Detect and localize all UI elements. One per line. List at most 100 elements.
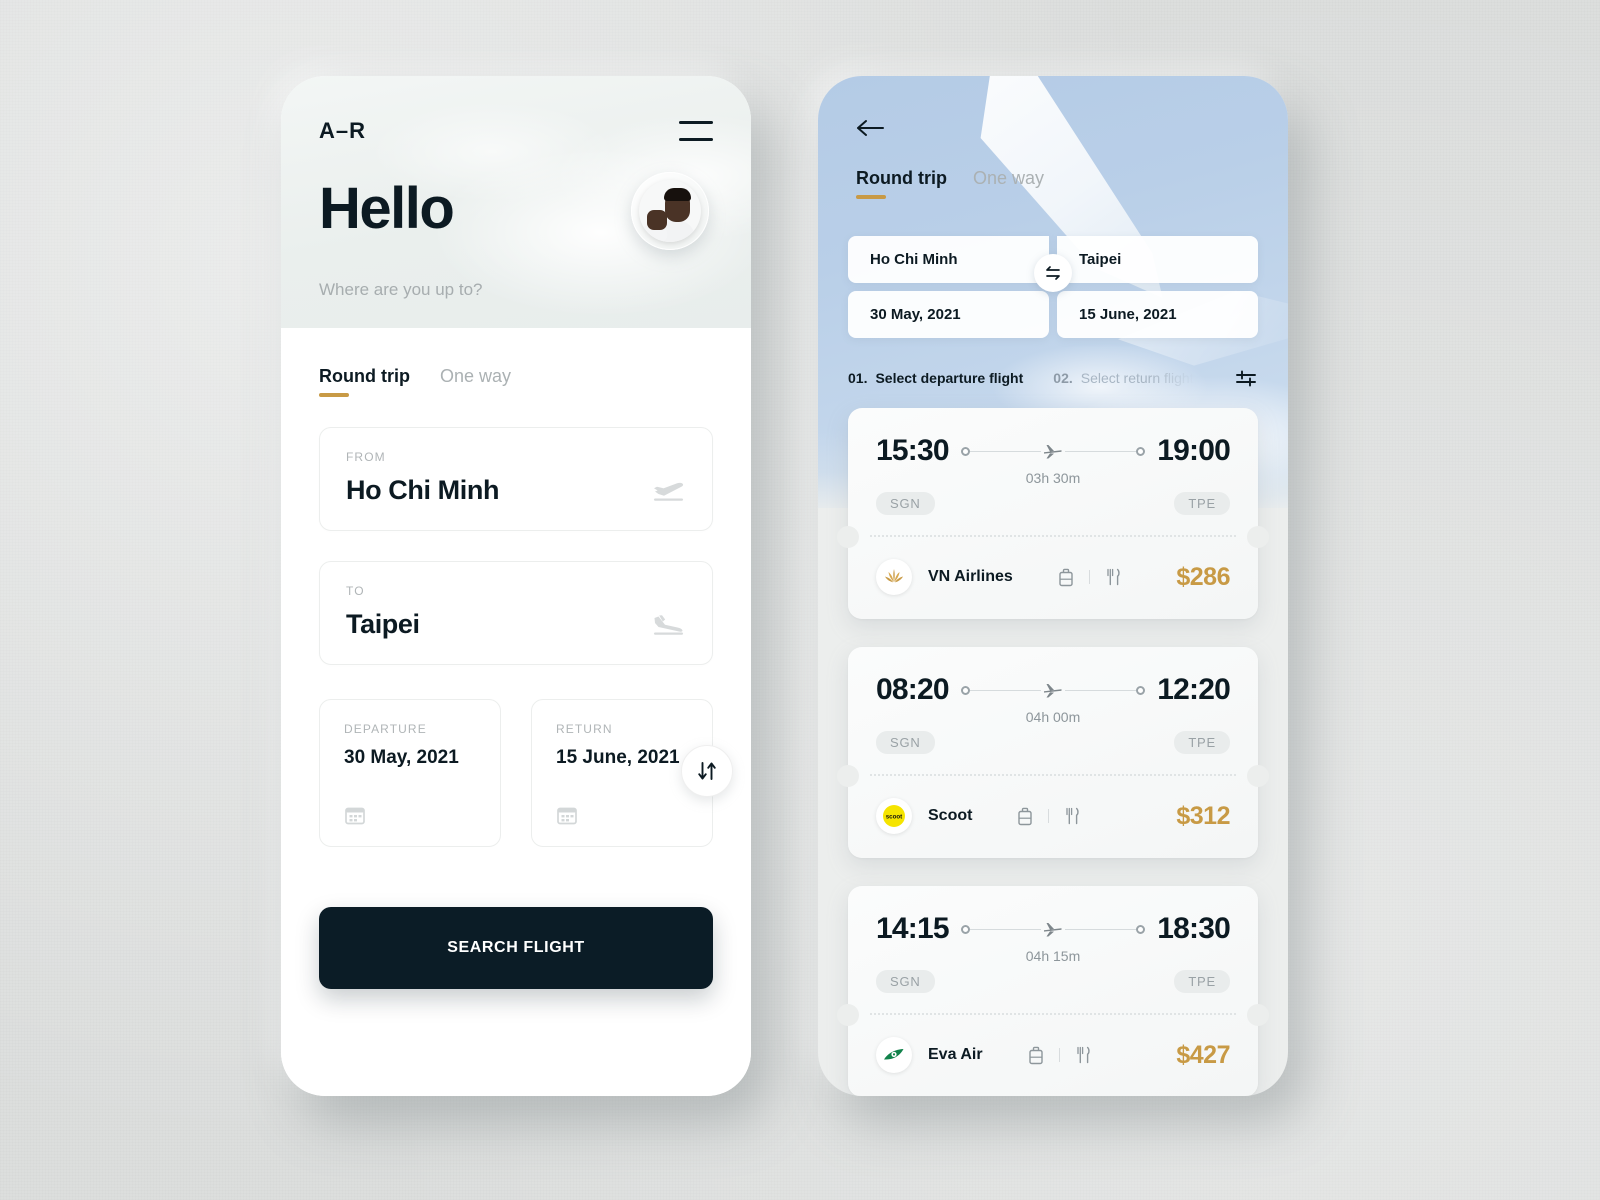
depart-time: 14:15	[876, 912, 950, 945]
search-input[interactable]: Where are you up to?	[281, 250, 751, 300]
flight-path	[960, 921, 1146, 937]
airline-name: Scoot	[928, 807, 973, 824]
tab-one-way[interactable]: One way	[973, 168, 1044, 199]
table-row[interactable]: 14:15 18:30 04h 15m SGN TPE Eva Air $427	[837, 886, 1269, 1096]
flight-duration: 03h 30m	[1025, 470, 1081, 486]
from-field[interactable]: FROM Ho Chi Minh	[319, 427, 713, 531]
swap-horizontal-icon[interactable]	[1034, 254, 1072, 292]
flight-times: 15:30 19:00	[876, 434, 1231, 468]
flight-price: $312	[1176, 801, 1230, 830]
return-date-field[interactable]: 15 June, 2021	[1057, 291, 1258, 338]
flight-duration: 04h 00m	[1025, 709, 1081, 725]
canvas-background	[0, 0, 1600, 1200]
from-field-value: Ho Chi Minh	[346, 475, 500, 505]
origin-code: SGN	[876, 731, 935, 754]
departure-date-field[interactable]: DEPARTURE 30 May, 2021	[319, 699, 501, 847]
destination-code: TPE	[1174, 970, 1230, 993]
eva-air-icon	[876, 1037, 912, 1073]
baggage-icon	[1027, 1045, 1045, 1065]
flight-path	[960, 682, 1146, 698]
date-fields: DEPARTURE 30 May, 2021 RETURN 15 June, 2…	[319, 699, 713, 847]
top-bar: A–R	[281, 76, 751, 144]
amenities	[1027, 1045, 1092, 1065]
destination-field[interactable]: Taipei	[1057, 236, 1258, 283]
search-flight-button[interactable]: SEARCH FLIGHT	[319, 907, 713, 989]
scoot-icon: scoot	[876, 798, 912, 834]
return-date-label: RETURN	[556, 722, 613, 736]
flight-times: 08:20 12:20	[876, 673, 1231, 707]
svg-text:scoot: scoot	[886, 813, 903, 820]
flight-schedule: 08:20 12:20 04h 00m SGN TPE	[848, 647, 1258, 774]
departure-date-field[interactable]: 30 May, 2021	[848, 291, 1049, 338]
step-1-number: 01.	[848, 370, 868, 386]
phone-home-screen: A–R Hello Where are you up to? Round tri…	[281, 76, 751, 1096]
greeting-row: Hello	[281, 144, 751, 250]
step-indicator: 01. Select departure flight 02. Select r…	[848, 366, 1258, 390]
meal-icon	[1104, 567, 1122, 587]
airline-name: Eva Air	[928, 1046, 983, 1063]
flight-details: VN Airlines $286	[848, 537, 1258, 619]
flight-schedule: 14:15 18:30 04h 15m SGN TPE	[848, 886, 1258, 1013]
tab-one-way[interactable]: One way	[440, 366, 511, 397]
vietnam-airlines-lotus-icon	[876, 559, 912, 595]
to-field-value: Taipei	[346, 609, 420, 639]
arrive-time: 12:20	[1157, 673, 1231, 706]
flight-schedule: 15:30 19:00 03h 30m SGN TPE	[848, 408, 1258, 535]
page-title: Hello	[319, 176, 455, 241]
from-field-label: FROM	[346, 450, 386, 464]
table-row[interactable]: 08:20 12:20 04h 00m SGN TPE scoot Scoot …	[837, 647, 1269, 858]
flight-price: $427	[1176, 1040, 1230, 1069]
origin-field[interactable]: Ho Chi Minh	[848, 236, 1049, 283]
dates-row: 30 May, 2021 15 June, 2021	[848, 291, 1258, 338]
flight-price: $286	[1176, 562, 1230, 591]
avatar[interactable]	[631, 172, 709, 250]
tab-round-trip[interactable]: Round trip	[319, 366, 410, 397]
airplane-icon	[1043, 682, 1063, 698]
app-logo[interactable]: A–R	[319, 118, 366, 144]
to-field-label: TO	[346, 584, 365, 598]
swap-button[interactable]	[681, 745, 733, 797]
flight-path	[960, 443, 1146, 459]
baggage-icon	[1016, 806, 1034, 826]
departure-date-value: 30 May, 2021	[344, 747, 459, 768]
plane-landing-icon	[652, 611, 686, 637]
airline-name: VN Airlines	[928, 568, 1013, 585]
to-field[interactable]: TO Taipei	[319, 561, 713, 665]
destination-code: TPE	[1174, 492, 1230, 515]
search-form-sheet: Round trip One way FROM Ho Chi Minh TO T	[281, 328, 751, 1096]
table-row[interactable]: 15:30 19:00 03h 30m SGN TPE VN Airlines …	[837, 408, 1269, 619]
avatar-image	[639, 180, 701, 242]
step-1-label[interactable]: Select departure flight	[875, 370, 1023, 386]
tab-round-trip[interactable]: Round trip	[856, 168, 947, 199]
phone-results-screen: Round trip One way Ho Chi Minh Taipei 30…	[818, 76, 1288, 1096]
airport-codes: SGN TPE	[876, 731, 1230, 754]
arrive-time: 18:30	[1157, 912, 1231, 945]
amenities	[1016, 806, 1081, 826]
departure-date-label: DEPARTURE	[344, 722, 427, 736]
calendar-icon	[556, 804, 578, 826]
airport-codes: SGN TPE	[876, 970, 1230, 993]
back-button[interactable]	[856, 118, 886, 138]
ticket-divider	[837, 526, 1269, 548]
airplane-icon	[1043, 443, 1063, 459]
arrive-time: 19:00	[1157, 434, 1231, 467]
ticket-divider	[837, 765, 1269, 787]
meal-icon	[1063, 806, 1081, 826]
hero-header: A–R Hello Where are you up to?	[281, 76, 751, 328]
ticket-divider	[837, 1004, 1269, 1026]
step-2-number: 02.	[1053, 370, 1073, 386]
trip-type-tabs: Round trip One way	[319, 366, 713, 397]
amenities	[1057, 567, 1122, 587]
plane-takeoff-icon	[652, 477, 686, 503]
calendar-icon	[344, 804, 366, 826]
flight-duration: 04h 15m	[1025, 948, 1081, 964]
filter-sliders-icon[interactable]	[1234, 366, 1258, 390]
depart-time: 08:20	[876, 673, 950, 706]
origin-code: SGN	[876, 492, 935, 515]
flight-results-list: 15:30 19:00 03h 30m SGN TPE VN Airlines …	[837, 408, 1269, 1096]
search-summary: Ho Chi Minh Taipei 30 May, 2021 15 June,…	[848, 236, 1258, 338]
airport-codes: SGN TPE	[876, 492, 1230, 515]
hamburger-icon[interactable]	[679, 121, 713, 141]
destination-code: TPE	[1174, 731, 1230, 754]
step-2-label[interactable]: Select return flight	[1081, 370, 1194, 386]
